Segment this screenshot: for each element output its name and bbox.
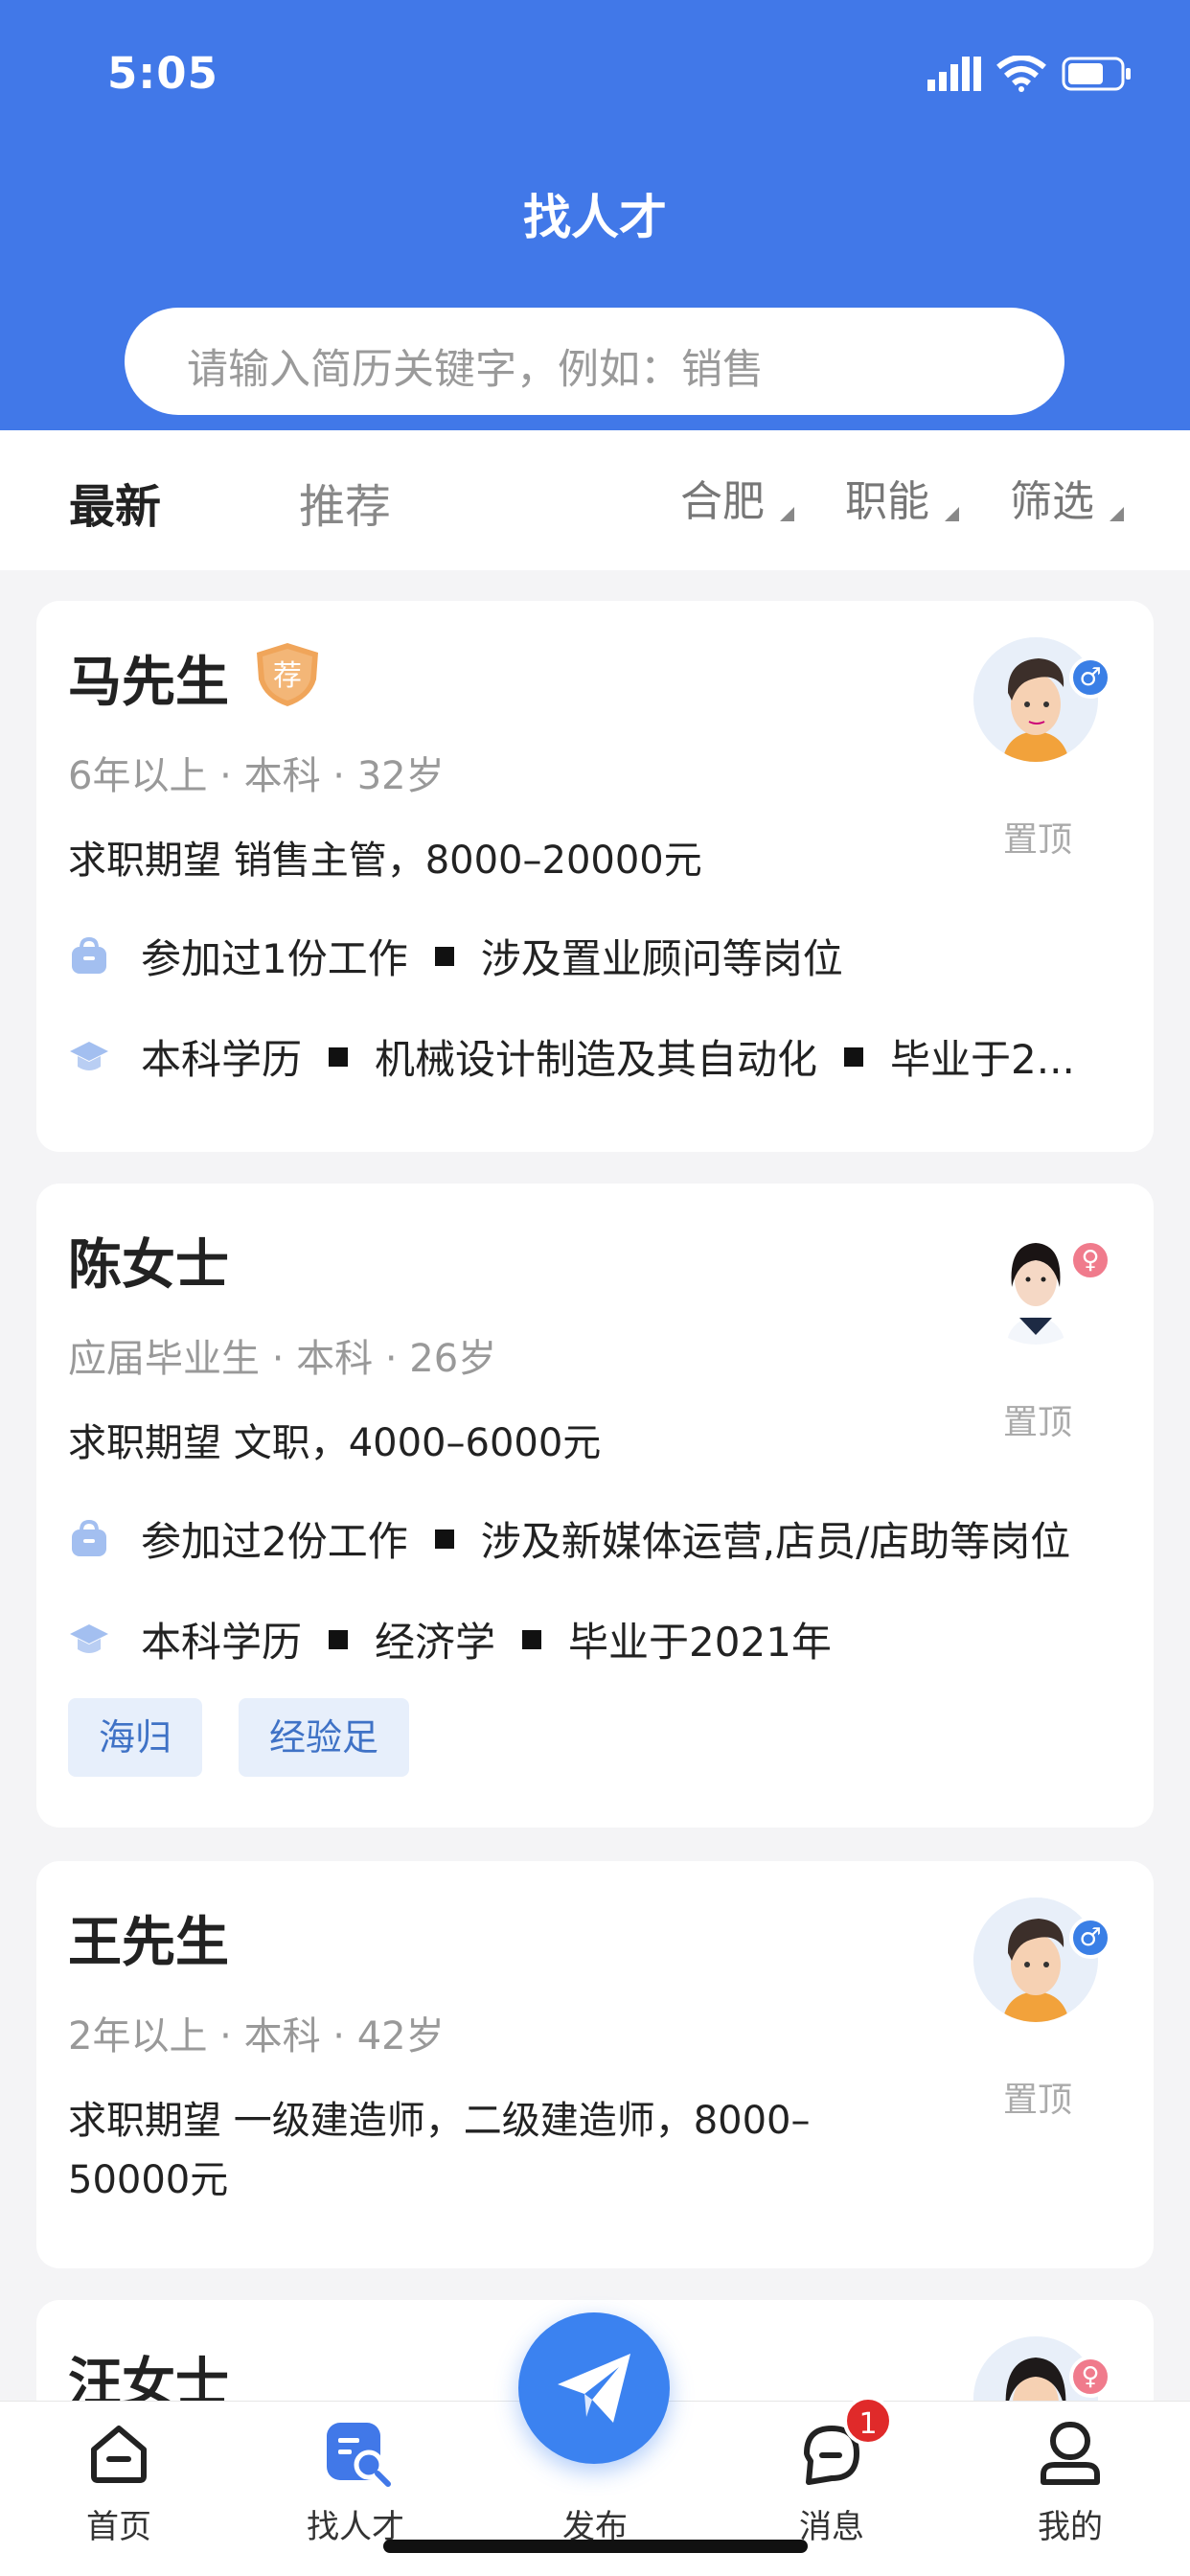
paper-plane-icon — [558, 2354, 630, 2423]
graduation-cap-icon — [70, 1041, 108, 1070]
search-input[interactable]: 请输入简历关键字，例如：销售 — [125, 308, 1064, 415]
pin-top-button[interactable]: 置顶 — [1003, 2072, 1072, 2122]
status-icons — [927, 56, 1133, 92]
job-expectation-line-2: 50000元 — [68, 2158, 229, 2202]
filter-bar: 最新 推荐 合肥 职能 筛选 — [0, 430, 1190, 570]
education-degree: 本科学历 — [141, 1036, 303, 1083]
male-gender-icon: ♂ — [1069, 656, 1111, 699]
job-expectation-line-1: 求职期望 一级建造师，二级建造师，8000– — [68, 2099, 811, 2143]
filter-screen[interactable]: 筛选 — [1010, 467, 1094, 528]
header: 5:05 找人才 请输入简历关键字，例如：销售 — [0, 0, 1190, 430]
tab-home[interactable]: 首页 — [42, 2402, 195, 2546]
tab-recommended[interactable]: 推荐 — [299, 469, 391, 536]
work-positions: 涉及置业顾问等岗位 — [480, 935, 843, 982]
education-row: 本科学历 机械设计制造及其自动化 毕业于2... — [68, 1027, 1075, 1086]
home-icon — [91, 2426, 147, 2483]
candidate-meta: 2年以上 · 本科 · 42岁 — [68, 2014, 445, 2058]
filter-city[interactable]: 合肥 — [680, 467, 765, 528]
battery-icon — [1062, 57, 1131, 91]
briefcase-icon — [72, 936, 106, 974]
recommend-shield-icon: 荐 — [257, 643, 318, 706]
candidate-card[interactable]: 陈女士 应届毕业生 · 本科 · 26岁 求职期望 文职，4000–6000元 … — [36, 1184, 1154, 1828]
pin-top-button[interactable]: 置顶 — [1003, 1394, 1072, 1444]
profile-icon — [1041, 2422, 1100, 2485]
search-placeholder: 请输入简历关键字，例如：销售 — [187, 346, 764, 394]
tab-home-label: 首页 — [86, 2508, 151, 2546]
education-graduation: 毕业于2021年 — [568, 1619, 832, 1666]
work-row: 参加过2份工作 涉及新媒体运营,店员/店助等岗位 — [68, 1509, 1070, 1568]
tag-overseas: 海归 — [68, 1698, 203, 1777]
message-count-badge: 1 — [843, 2396, 893, 2446]
tab-find-talent[interactable]: 找人才 — [279, 2402, 432, 2546]
graduation-cap-icon — [70, 1623, 108, 1653]
education-graduation: 毕业于2... — [890, 1036, 1075, 1083]
work-row: 参加过1份工作 涉及置业顾问等岗位 — [68, 927, 843, 985]
candidate-card[interactable]: 王先生 2年以上 · 本科 · 42岁 求职期望 一级建造师，二级建造师，800… — [36, 1861, 1154, 2268]
tag-experienced: 经验足 — [239, 1698, 410, 1777]
male-gender-icon: ♂ — [1069, 1917, 1111, 1959]
candidate-name: 王先生 — [68, 1912, 229, 1974]
education-row: 本科学历 经济学 毕业于2021年 — [68, 1610, 832, 1668]
pin-top-button[interactable]: 置顶 — [1003, 812, 1072, 862]
filter-function[interactable]: 职能 — [845, 467, 929, 528]
caret-icon — [1110, 507, 1124, 521]
female-gender-icon: ♀ — [1069, 2356, 1111, 2398]
tab-latest[interactable]: 最新 — [69, 469, 161, 536]
candidate-name: 马先生 — [68, 652, 229, 714]
job-expectation: 求职期望 文职，4000–6000元 — [68, 1421, 602, 1465]
job-expectation: 求职期望 销售主管，8000–20000元 — [68, 839, 702, 883]
wifi-icon — [996, 56, 1046, 92]
find-talent-icon — [327, 2423, 391, 2487]
tab-mine-label: 我的 — [1038, 2508, 1103, 2546]
avatar — [973, 637, 1098, 762]
home-indicator — [383, 2540, 808, 2553]
work-count: 参加过1份工作 — [141, 935, 408, 982]
caret-icon — [945, 507, 959, 521]
avatar — [973, 1220, 1098, 1345]
work-count: 参加过2份工作 — [141, 1518, 408, 1565]
publish-button[interactable] — [518, 2312, 670, 2464]
page-title: 找人才 — [523, 190, 667, 245]
education-major: 经济学 — [375, 1619, 496, 1666]
tab-mine[interactable]: 我的 — [994, 2402, 1147, 2546]
signal-icon — [927, 57, 981, 91]
candidate-meta: 应届毕业生 · 本科 · 26岁 — [68, 1337, 497, 1381]
candidate-name: 陈女士 — [68, 1234, 229, 1297]
female-gender-icon: ♀ — [1069, 1239, 1111, 1281]
recommend-badge-text: 荐 — [273, 659, 302, 693]
education-degree: 本科学历 — [141, 1619, 303, 1666]
candidate-meta: 6年以上 · 本科 · 32岁 — [68, 754, 445, 798]
avatar — [973, 1898, 1098, 2022]
caret-icon — [780, 507, 794, 521]
candidate-card[interactable]: 马先生 荐 6年以上 · 本科 · 32岁 求职期望 销售主管，8000–200… — [36, 601, 1154, 1152]
status-time: 5:05 — [107, 48, 218, 99]
education-major: 机械设计制造及其自动化 — [375, 1036, 818, 1083]
briefcase-icon — [72, 1519, 106, 1556]
work-positions: 涉及新媒体运营,店员/店助等岗位 — [480, 1518, 1071, 1565]
